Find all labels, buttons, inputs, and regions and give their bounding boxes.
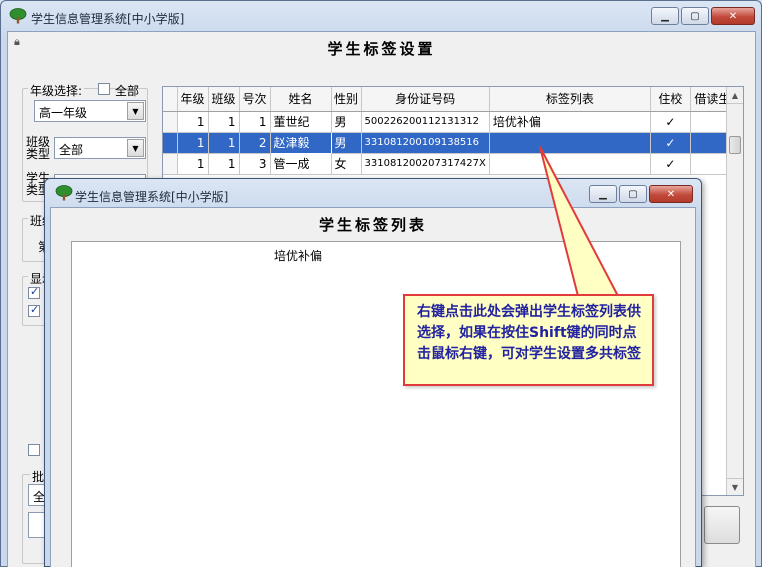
id-cell[interactable]: 331081200207317427X	[361, 153, 490, 175]
tags-cell[interactable]: 培优补偏	[489, 111, 651, 133]
page-title: 学生标签设置	[327, 40, 436, 58]
tree-app-icon	[55, 185, 73, 201]
table-row[interactable]: 1 1 1 董世纪 男 500226200112131312 培优补偏 ✓	[163, 111, 735, 133]
sex-cell[interactable]: 男	[331, 111, 362, 133]
grade-cell[interactable]: 1	[177, 132, 209, 154]
column-header[interactable]: 班级	[208, 87, 240, 112]
id-cell[interactable]: 500226200112131312	[361, 111, 490, 133]
boarding-cell[interactable]: ✓	[650, 132, 691, 154]
number-cell[interactable]: 2	[239, 132, 271, 154]
tag-list[interactable]: 培优补偏	[71, 241, 681, 567]
grade-cell[interactable]: 1	[177, 153, 209, 175]
column-header[interactable]: 标签列表	[489, 87, 651, 112]
scroll-thumb[interactable]	[729, 136, 741, 154]
grade-cell[interactable]: 1	[177, 111, 209, 133]
class-type-value: 全部	[59, 143, 84, 157]
window-title: 学生信息管理系统[中小学版]	[31, 12, 185, 26]
table-row-selected[interactable]: 1 1 2 赵津毅 男 331081200109138516 ✓	[163, 131, 735, 154]
grade-label: 年级选择:	[28, 82, 85, 99]
popup-minimize-button[interactable]: ▁	[589, 185, 617, 203]
table-header-row: 年级 班级 号次 姓名 性别 身份证号码 标签列表 住校 借读生	[163, 87, 735, 112]
action-button[interactable]	[704, 506, 740, 544]
grade-select[interactable]: 高一年级 ▼	[34, 100, 146, 122]
column-header[interactable]: 姓名	[270, 87, 332, 112]
all-grade-checkbox[interactable]	[98, 83, 110, 95]
column-header[interactable]: 住校	[650, 87, 691, 112]
close-icon: ✕	[728, 10, 738, 22]
popup-window-title: 学生信息管理系统[中小学版]	[75, 190, 229, 204]
name-cell[interactable]: 管一成	[270, 153, 332, 175]
popup-heading: 学生标签列表	[318, 216, 427, 234]
minimize-icon: ▁	[599, 188, 607, 200]
close-icon: ✕	[666, 188, 676, 200]
name-cell[interactable]: 赵津毅	[269, 131, 332, 154]
sex-cell[interactable]: 男	[331, 132, 362, 154]
name-cell[interactable]: 董世纪	[270, 111, 332, 133]
sex-cell[interactable]: 女	[331, 153, 362, 175]
row-header[interactable]	[163, 111, 178, 133]
maximize-button[interactable]: ▢	[681, 7, 709, 25]
popup-close-button[interactable]: ✕	[649, 185, 693, 203]
dropdown-arrow-icon[interactable]: ▼	[127, 139, 144, 157]
number-cell[interactable]: 1	[239, 111, 271, 133]
close-button[interactable]: ✕	[711, 7, 755, 25]
tags-cell[interactable]	[489, 153, 651, 175]
callout-text: 右键点击此处会弹出学生标签列表供选择，如果在按住Shift键的同时点击鼠标右键，…	[417, 304, 641, 362]
class-cell[interactable]: 1	[208, 111, 240, 133]
tree-app-icon	[9, 8, 27, 24]
table-row[interactable]: 1 1 3 管一成 女 331081200207317427X ✓	[163, 153, 735, 175]
row-header[interactable]	[163, 132, 178, 154]
minimize-button[interactable]: ▁	[651, 7, 679, 25]
dropdown-arrow-icon[interactable]: ▼	[127, 102, 144, 120]
display-option-checkbox-1[interactable]	[28, 285, 40, 299]
popup-maximize-button[interactable]: ▢	[619, 185, 647, 203]
tags-cell[interactable]	[489, 132, 651, 154]
maximize-icon: ▢	[690, 10, 700, 22]
display-option-checkbox-2[interactable]	[28, 303, 40, 317]
popup-title-bar[interactable]: 学生信息管理系统[中小学版] ▁ ▢ ✕	[45, 179, 701, 207]
number-cell[interactable]: 3	[239, 153, 271, 175]
popup-client-area: 学生标签列表 培优补偏	[50, 207, 696, 567]
scroll-up-icon[interactable]: ▲	[727, 87, 743, 104]
column-header[interactable]: 性别	[331, 87, 362, 112]
table-vertical-scrollbar[interactable]: ▲ ▼	[726, 87, 743, 495]
maximize-icon: ▢	[628, 188, 638, 200]
column-header[interactable]: 年级	[177, 87, 209, 112]
class-cell[interactable]: 1	[208, 153, 240, 175]
column-header[interactable]: 身份证号码	[361, 87, 490, 112]
boarding-cell[interactable]: ✓	[650, 153, 691, 175]
help-callout: 右键点击此处会弹出学生标签列表供选择，如果在按住Shift键的同时点击鼠标右键，…	[403, 294, 654, 386]
tag-list-item[interactable]: 培优补偏	[274, 247, 322, 264]
row-header-corner	[163, 87, 178, 112]
grade-select-value: 高一年级	[39, 106, 88, 120]
class-type-select[interactable]: 全部 ▼	[54, 137, 146, 159]
scroll-down-icon[interactable]: ▼	[727, 478, 743, 495]
boarding-cell[interactable]: ✓	[650, 111, 691, 133]
id-cell[interactable]: 331081200109138516	[361, 132, 490, 154]
class-type-label: 班级 类型	[26, 135, 51, 161]
all-grade-label: 全部	[115, 84, 140, 98]
option-checkbox[interactable]	[28, 444, 40, 456]
column-header[interactable]: 号次	[239, 87, 271, 112]
title-bar[interactable]: 学生信息管理系统[中小学版] ▁ ▢ ✕	[1, 1, 761, 31]
minimize-icon: ▁	[661, 10, 669, 22]
row-header[interactable]	[163, 153, 178, 175]
class-cell[interactable]: 1	[208, 132, 240, 154]
